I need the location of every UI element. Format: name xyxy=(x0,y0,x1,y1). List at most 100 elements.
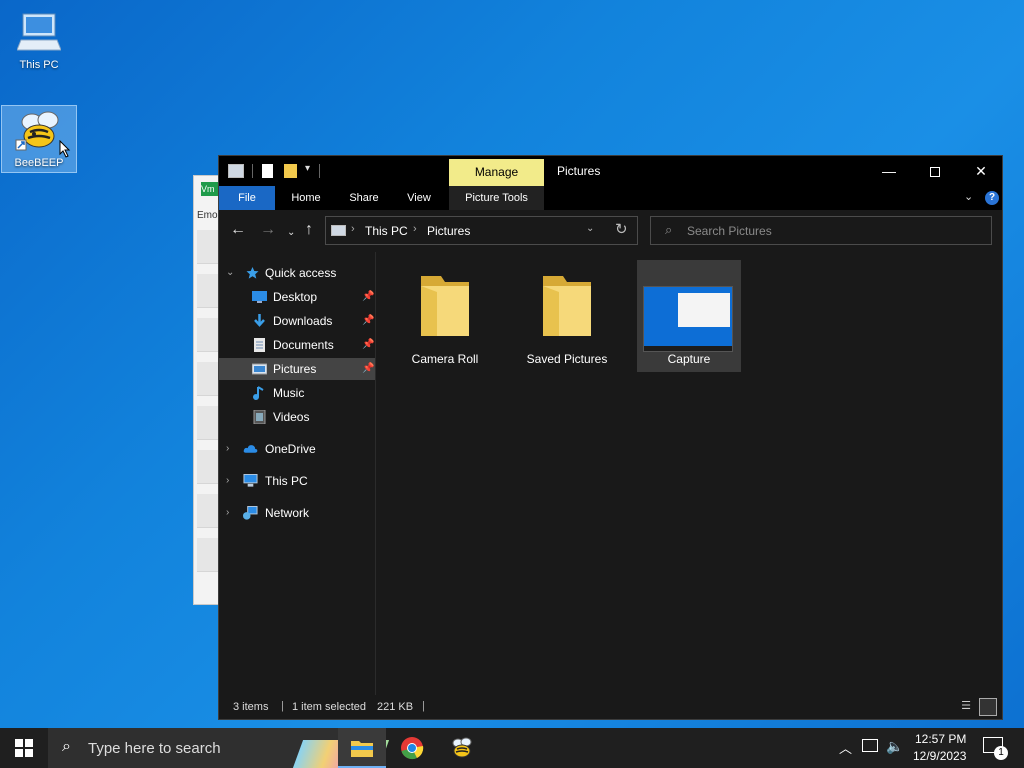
toolbar-divider xyxy=(252,164,253,178)
windows-logo-icon xyxy=(15,739,33,757)
navigation-pane: ⌄ Quick access Desktop 📌 Downloads 📌 Doc… xyxy=(219,252,376,695)
file-item-capture[interactable]: Capture xyxy=(637,260,741,372)
item-label: Camera Roll xyxy=(411,352,479,366)
expand-chevron-icon[interactable]: › xyxy=(226,502,229,524)
status-divider: | xyxy=(422,700,425,712)
breadcrumb-separator: › xyxy=(413,223,417,235)
network-icon xyxy=(243,506,258,520)
nav-item-label: Music xyxy=(273,386,305,400)
download-arrow-icon xyxy=(254,314,265,327)
nav-item-downloads[interactable]: Downloads 📌 xyxy=(219,310,376,332)
folder-item-camera-roll[interactable]: Camera Roll xyxy=(393,260,497,372)
nav-item-videos[interactable]: Videos xyxy=(219,406,376,428)
new-folder-icon[interactable] xyxy=(284,164,297,178)
tab-share[interactable]: Share xyxy=(339,186,389,210)
taskbar-beebeep[interactable] xyxy=(438,728,486,768)
taskbar-file-explorer[interactable] xyxy=(338,728,386,768)
up-arrow-icon[interactable]: ↑ xyxy=(305,222,313,238)
desktop-icon-this-pc[interactable]: This PC xyxy=(1,8,77,74)
tab-picture-tools[interactable]: Picture Tools xyxy=(449,186,544,210)
nav-quick-access[interactable]: ⌄ Quick access xyxy=(219,262,376,284)
checkmark-note-icon[interactable] xyxy=(262,164,273,178)
search-input[interactable] xyxy=(687,220,977,241)
nav-item-label: Quick access xyxy=(265,266,337,280)
breadcrumb-pictures[interactable]: Pictures xyxy=(427,224,470,238)
address-history-chevron-icon[interactable]: ⌄ xyxy=(586,223,594,234)
partial-label: Emo xyxy=(197,210,218,221)
nav-item-music[interactable]: Music xyxy=(219,382,376,404)
pin-icon[interactable]: 📌 xyxy=(362,334,374,356)
expand-chevron-icon[interactable]: › xyxy=(226,438,229,460)
item-count: 3 items xyxy=(233,701,269,713)
nav-item-label: Videos xyxy=(273,410,310,424)
maximize-icon xyxy=(930,167,940,178)
notification-count-badge: 1 xyxy=(994,746,1008,760)
file-list-view[interactable]: Camera Roll Saved Pictures Capture xyxy=(377,252,1002,695)
desktop-icon-label: BeeBEEP xyxy=(14,157,64,169)
nav-item-onedrive[interactable]: › OneDrive xyxy=(219,438,376,460)
toolbar-divider xyxy=(319,164,320,178)
thumbnail-taskbar xyxy=(644,346,732,351)
start-button[interactable] xyxy=(0,728,48,768)
maximize-button[interactable] xyxy=(912,156,958,186)
folder-item-saved-pictures[interactable]: Saved Pictures xyxy=(515,260,619,372)
cloud-icon xyxy=(243,445,258,453)
notification-center-icon[interactable]: 1 xyxy=(983,737,1008,760)
tab-view[interactable]: View xyxy=(395,186,443,210)
desktop-icon-label: This PC xyxy=(19,59,59,71)
pin-icon[interactable]: 📌 xyxy=(362,358,374,380)
expand-chevron-icon[interactable]: › xyxy=(226,470,229,492)
title-bar[interactable]: ▾ Manage Pictures — ✕ xyxy=(219,156,1002,186)
file-explorer-icon xyxy=(351,741,373,757)
tab-home[interactable]: Home xyxy=(281,186,331,210)
refresh-icon[interactable]: ↻ xyxy=(615,220,628,238)
help-icon[interactable]: ? xyxy=(985,191,999,205)
nav-item-label: Network xyxy=(265,506,310,520)
nav-item-network[interactable]: › Network xyxy=(219,502,376,524)
nav-item-label: This PC xyxy=(265,474,308,488)
minimize-button[interactable]: — xyxy=(866,156,912,186)
network-status-icon[interactable] xyxy=(862,739,878,752)
expand-ribbon-icon[interactable]: ⌄ xyxy=(964,190,973,203)
nav-item-label: Downloads xyxy=(273,314,333,328)
nav-item-this-pc[interactable]: › This PC xyxy=(219,470,376,492)
close-button[interactable]: ✕ xyxy=(958,156,1004,186)
nav-item-pictures[interactable]: Pictures 📌 xyxy=(219,358,375,380)
nav-item-label: OneDrive xyxy=(265,442,316,456)
show-hidden-icons-chevron-icon[interactable]: ︿ xyxy=(839,738,852,757)
nav-item-documents[interactable]: Documents 📌 xyxy=(219,334,376,356)
collapse-chevron-icon[interactable]: ⌄ xyxy=(226,262,234,284)
chevron-down-icon[interactable]: ▾ xyxy=(305,163,310,177)
pictures-icon xyxy=(252,363,267,375)
address-bar[interactable]: › This PC › Pictures ⌄ ↻ xyxy=(325,216,638,245)
tab-manage[interactable]: Manage xyxy=(449,159,544,186)
taskbar-search-box[interactable]: ⌕ Type here to search xyxy=(48,728,390,768)
item-label: Capture xyxy=(667,352,711,366)
pictures-location-icon xyxy=(331,225,346,236)
recent-locations-chevron-icon[interactable]: ⌄ xyxy=(287,225,295,241)
desktop-icon-beebeep[interactable]: BeeBEEP xyxy=(1,105,77,173)
forward-arrow-icon[interactable]: → xyxy=(260,222,276,238)
breadcrumb-this-pc[interactable]: This PC xyxy=(365,224,408,238)
back-arrow-icon[interactable]: ← xyxy=(230,222,246,238)
tab-file[interactable]: File xyxy=(219,186,275,210)
details-view-icon[interactable]: ☰ xyxy=(958,699,974,715)
clock-date[interactable]: 12/9/2023 xyxy=(913,749,966,763)
item-label: Saved Pictures xyxy=(526,352,608,366)
nav-item-desktop[interactable]: Desktop 📌 xyxy=(219,286,376,308)
selection-size: 221 KB xyxy=(377,701,414,713)
computer-icon xyxy=(243,474,258,487)
star-icon xyxy=(246,267,259,279)
computer-icon xyxy=(16,13,62,51)
properties-icon[interactable] xyxy=(228,164,244,178)
taskbar-chrome[interactable] xyxy=(388,728,436,768)
clock-time[interactable]: 12:57 PM xyxy=(915,732,966,746)
search-icon: ⌕ xyxy=(665,222,673,237)
search-box[interactable]: ⌕ xyxy=(650,216,992,245)
volume-muted-icon[interactable]: 🔈 xyxy=(886,738,903,755)
pin-icon[interactable]: 📌 xyxy=(362,310,374,332)
large-icons-view-icon[interactable] xyxy=(979,698,997,716)
document-icon xyxy=(254,338,265,352)
pin-icon[interactable]: 📌 xyxy=(362,286,374,308)
mouse-cursor-icon xyxy=(59,140,71,158)
